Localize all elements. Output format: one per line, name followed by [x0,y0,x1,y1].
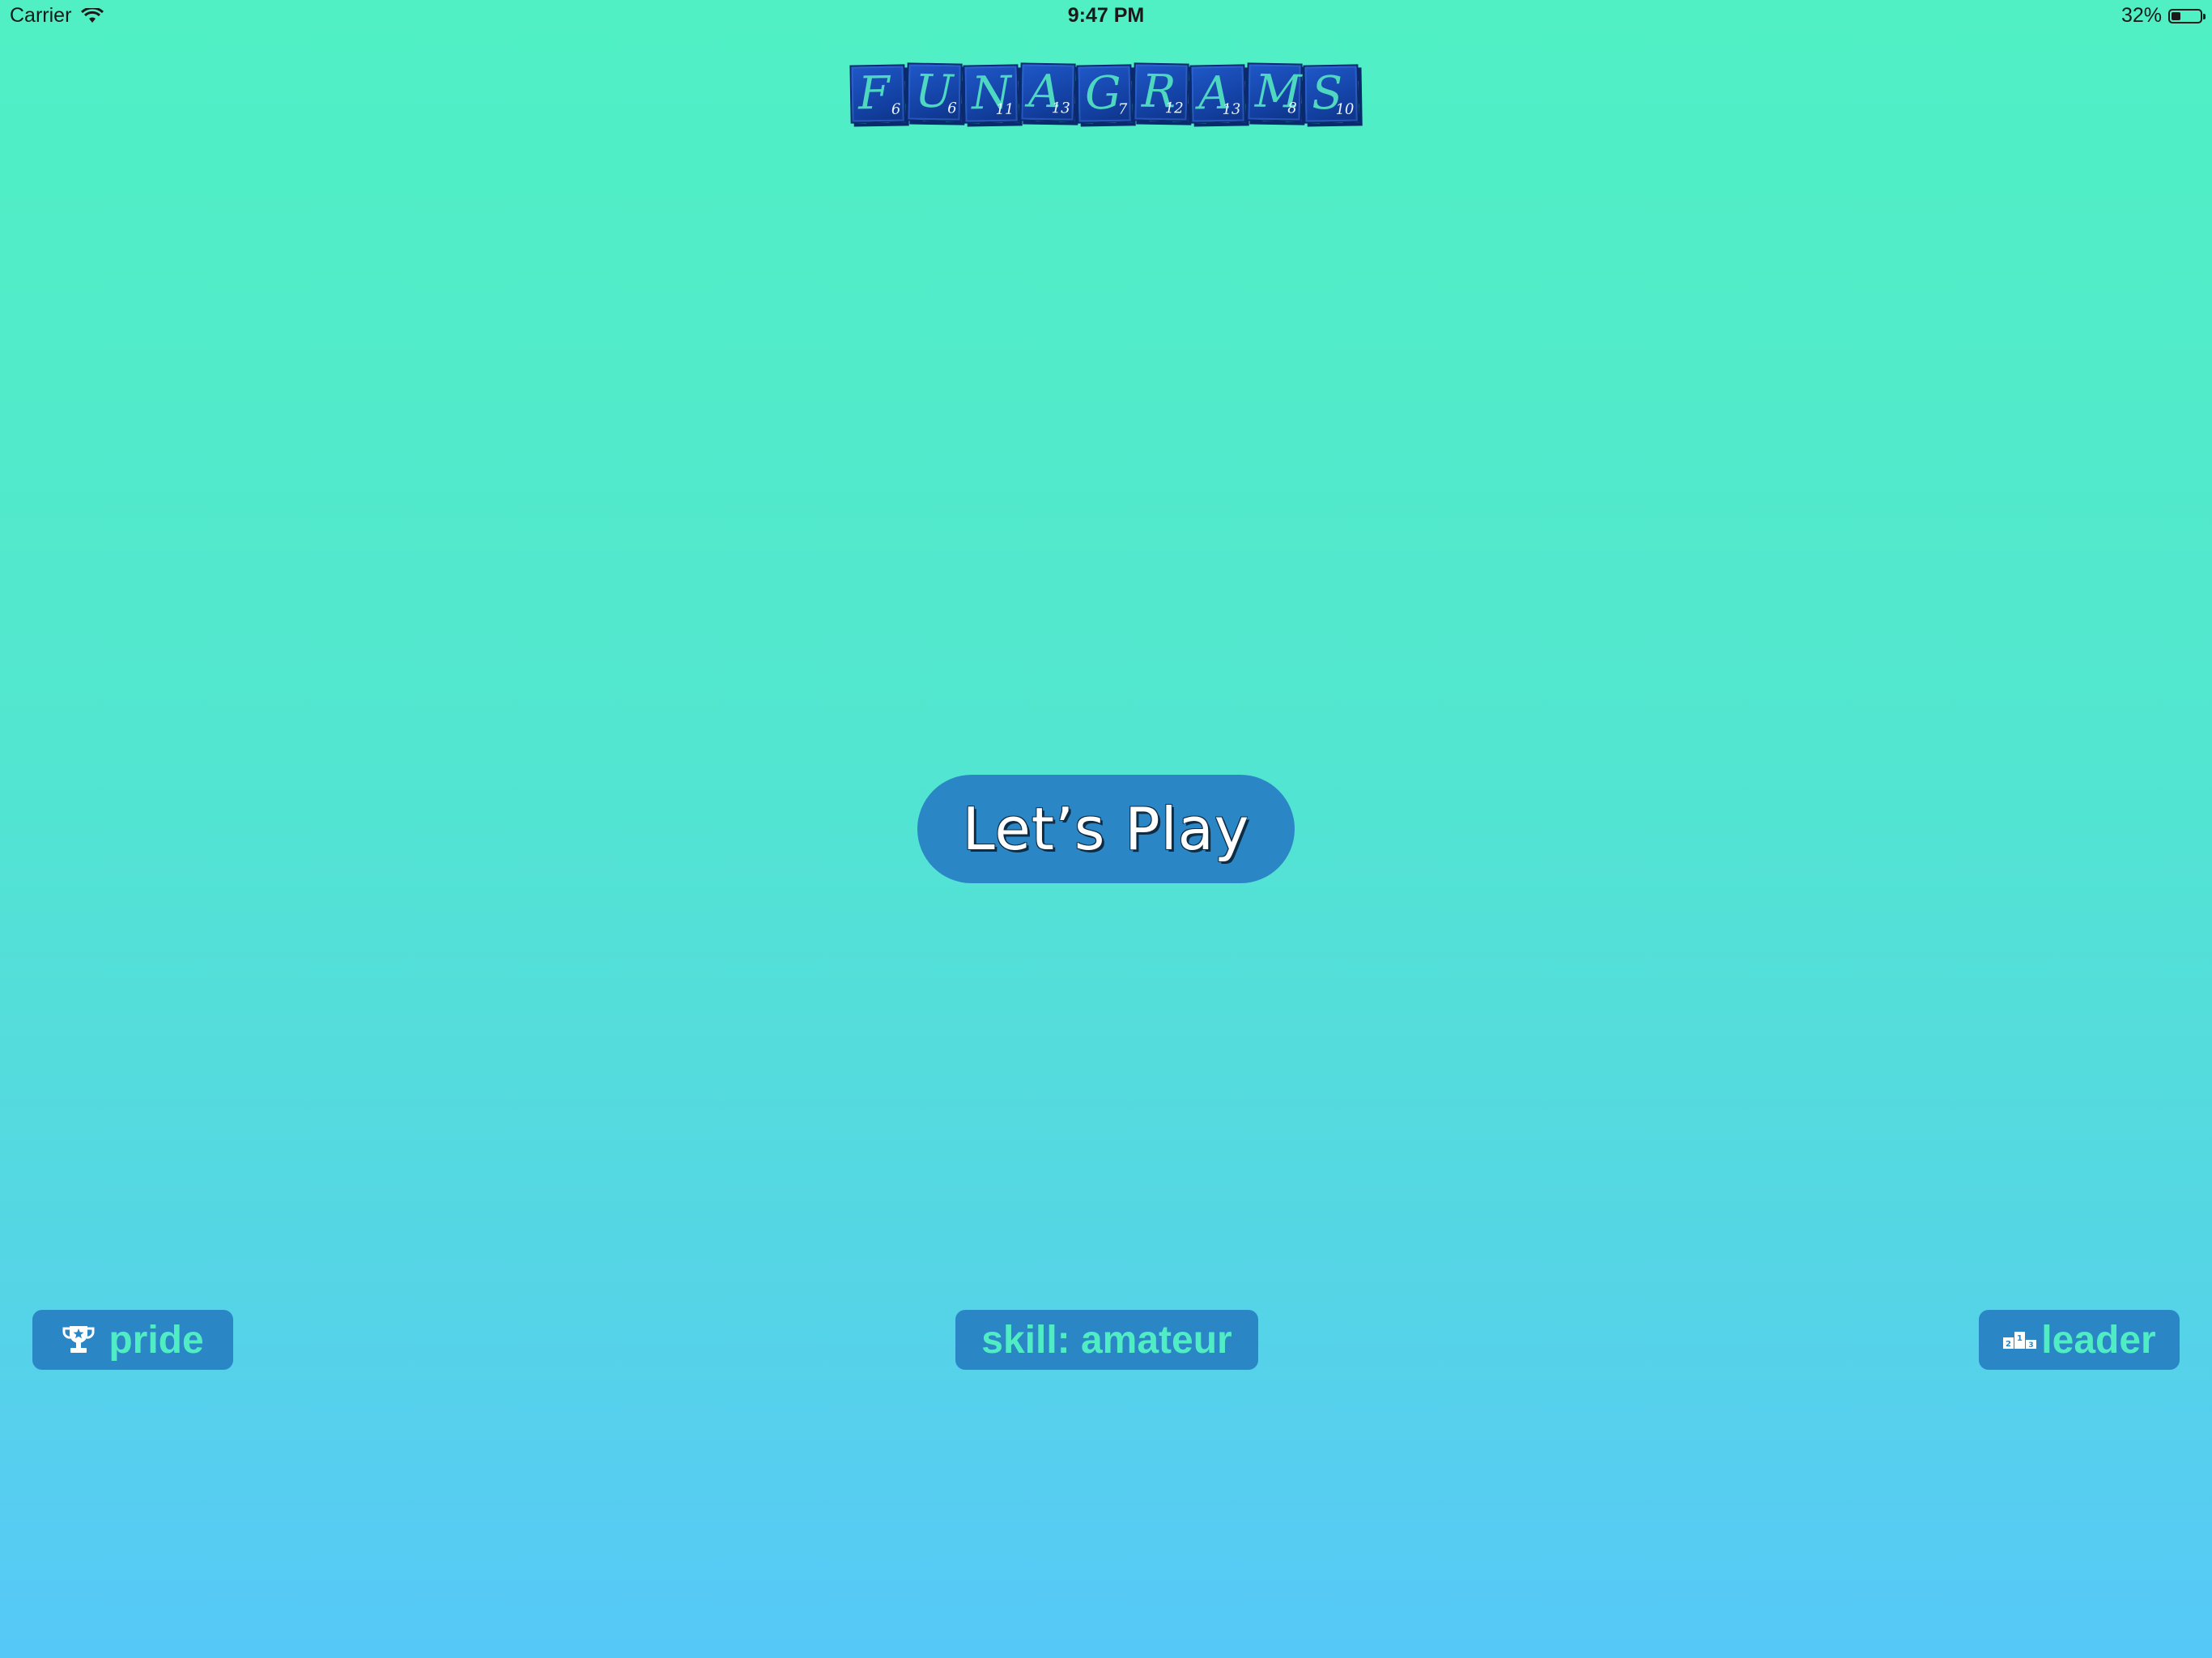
status-right: 32% [2121,4,2206,28]
logo-tile-score: 13 [1222,100,1241,118]
skill-button[interactable]: skill: amateur [955,1310,1258,1370]
battery-icon [2168,8,2206,23]
trophy-icon [62,1323,96,1357]
logo-tile-score: 8 [1287,100,1297,117]
lets-play-button[interactable]: Let’s Play [917,775,1295,883]
logo-tile: S 10 [1303,64,1359,124]
logo-tile: F6 [849,64,906,124]
logo-tile-score: 10 [1335,100,1355,118]
logo-tile-score: 7 [1117,100,1128,118]
logo-tile-score: 12 [1164,100,1184,117]
logo-tile-score: 6 [947,100,957,117]
logo-tile: A 13 [1189,64,1246,124]
podium-icon: 2 1 3 [2002,1329,2038,1351]
battery-level-fill [2172,11,2180,20]
logo-tile: A 13 [1019,62,1076,122]
leader-label: leader [2041,1318,2156,1362]
pride-button[interactable]: pride [32,1310,233,1370]
status-time: 9:47 PM [1067,4,1145,27]
logo-tile-score: 6 [891,100,901,118]
logo-tile: M8 [1246,62,1303,122]
logo-tile-letter: F [857,66,891,121]
logo-tile-letter: G [1084,66,1122,121]
logo-tile: R 12 [1133,62,1189,122]
status-bar: Carrier 9:47 PM 32% [0,0,2212,32]
logo-tile-score: 11 [995,100,1015,118]
logo-tile-score: 13 [1051,100,1070,117]
svg-text:3: 3 [2029,1341,2034,1350]
battery-percent: 32% [2121,4,2162,27]
logo-tile: U6 [906,62,963,122]
logo-tile: G7 [1076,64,1133,124]
skill-label: skill: amateur [981,1318,1232,1362]
leaderboard-button[interactable]: 2 1 3 leader [1979,1310,2180,1370]
funagrams-logo: F 6 U 6 N 11 A 13 G 7 R 12 A 13 M 8 S 10 [849,62,1360,124]
svg-text:2: 2 [2006,1340,2011,1349]
svg-text:1: 1 [2017,1334,2023,1343]
logo-tile: N 11 [963,64,1019,124]
pride-label: pride [108,1318,204,1362]
